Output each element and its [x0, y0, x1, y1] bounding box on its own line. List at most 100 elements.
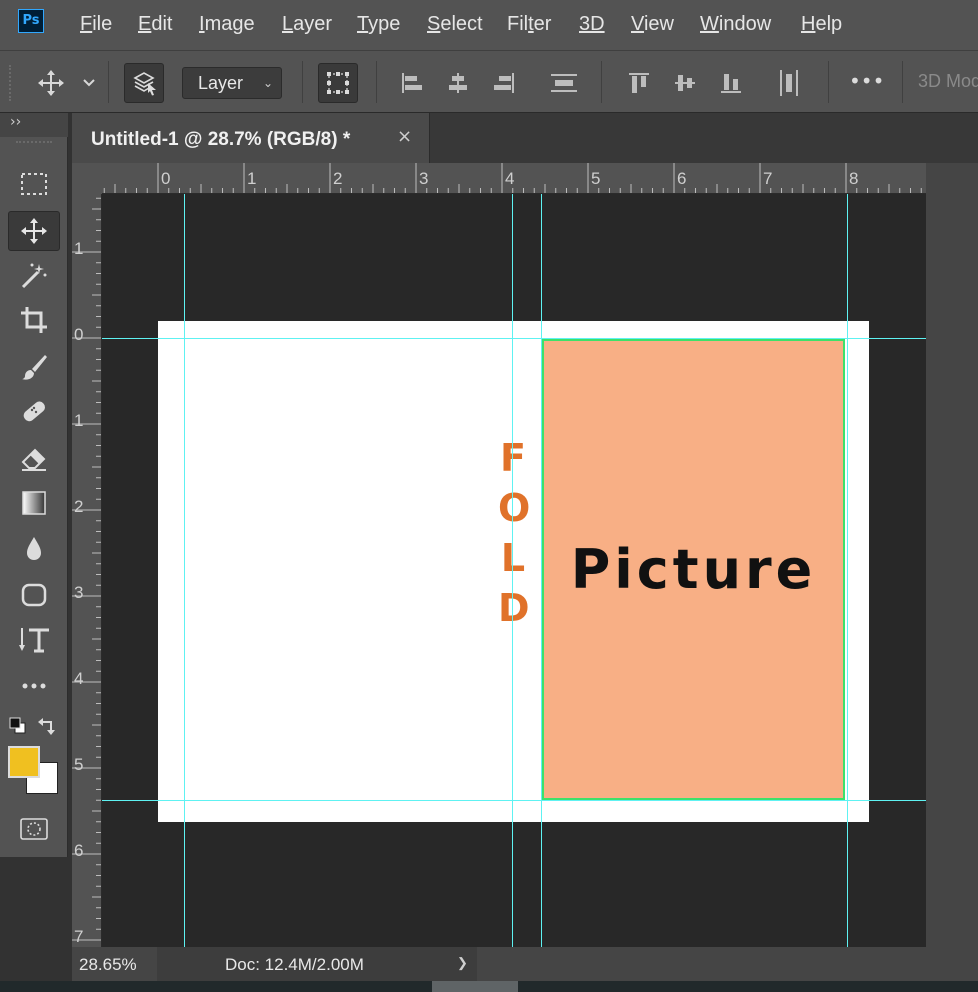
fold-letter: L [500, 536, 526, 580]
ruler-v-label: 7 [74, 927, 84, 946]
rectangular-marquee-tool[interactable] [8, 164, 60, 204]
align-right-edges-icon[interactable] [492, 71, 516, 95]
default-colors-icon[interactable] [9, 717, 27, 735]
picture-placeholder[interactable]: Picture [542, 339, 845, 800]
vertical-guide[interactable] [184, 194, 185, 947]
menu-edit-mnemonic: E [138, 13, 152, 35]
horizontal-guide[interactable] [102, 338, 926, 339]
fold-letter: F [500, 436, 526, 480]
menu-edit[interactable]: Edit [138, 13, 172, 36]
align-top-edges-icon[interactable] [627, 71, 651, 95]
auto-select-target-value: Layer [198, 73, 244, 93]
options-separator [828, 61, 829, 103]
vertical-guide[interactable] [541, 194, 542, 947]
distribute-vertical-icon[interactable] [550, 71, 578, 95]
document-canvas[interactable]: Picture F O L D [102, 194, 926, 947]
horizontal-ruler[interactable]: 0 1 2 3 4 5 6 7 8 [102, 163, 926, 194]
vertical-guide[interactable] [847, 194, 848, 947]
menu-type-rest: ype [368, 13, 401, 35]
ruler-v-label: 1 [74, 239, 84, 258]
eraser-icon [21, 448, 46, 471]
drop-icon [27, 537, 41, 560]
ruler-v-label: 6 [74, 841, 84, 860]
brush-icon [22, 355, 47, 380]
move-tool[interactable] [8, 211, 60, 251]
menu-select[interactable]: Select [427, 13, 483, 36]
options-bar: Layer ⌄ ••• 3D Mode: [0, 50, 978, 113]
more-options-button[interactable]: ••• [849, 69, 884, 93]
rounded-rectangle-icon [21, 583, 47, 607]
blur-tool[interactable] [8, 529, 60, 569]
swap-colors-icon[interactable] [37, 716, 57, 736]
menu-type[interactable]: Type [357, 13, 400, 36]
align-horizontal-centers-icon[interactable] [446, 71, 470, 95]
align-left-edges-icon[interactable] [400, 71, 424, 95]
align-vertical-centers-icon[interactable] [673, 71, 697, 95]
menu-layer-mnemonic: L [282, 13, 294, 35]
shape-tool[interactable] [8, 575, 60, 615]
menu-layer-rest: ayer [293, 13, 333, 35]
chevron-down-icon[interactable] [83, 79, 95, 87]
menu-layer[interactable]: Layer [282, 13, 332, 36]
ruler-h-label: 1 [247, 169, 257, 188]
chevron-right-icon[interactable]: ❯ [457, 955, 468, 971]
move-icon [21, 218, 47, 244]
menu-window[interactable]: Window [700, 13, 771, 36]
show-transform-controls-button[interactable] [318, 63, 358, 103]
options-bar-grip[interactable] [9, 65, 15, 101]
auto-select-target-dropdown[interactable]: Layer ⌄ [182, 67, 282, 99]
zoom-level[interactable]: 28.65% [79, 955, 137, 975]
more-tools-button[interactable] [8, 666, 60, 706]
vertical-scrollbar-track[interactable] [926, 163, 978, 947]
close-icon[interactable]: × [397, 126, 412, 147]
fold-letter: O [498, 486, 531, 530]
type-tool[interactable] [8, 620, 60, 660]
menu-view[interactable]: View [631, 13, 674, 36]
document-tab[interactable]: Untitled-1 @ 28.7% (RGB/8) * × [72, 113, 430, 163]
panel-grip[interactable] [16, 141, 52, 149]
menu-select-mnemonic: S [427, 13, 441, 35]
ruler-v-label: 3 [74, 583, 84, 602]
menu-filter-rest: er [533, 13, 552, 35]
menu-file[interactable]: File [80, 13, 112, 36]
ruler-h-label: 7 [763, 169, 773, 188]
eraser-tool[interactable] [8, 438, 60, 478]
photoshop-logo-icon: Ps [18, 9, 44, 33]
distribute-horizontal-icon[interactable] [777, 69, 801, 97]
options-separator [902, 61, 903, 103]
menu-filter-label: Fil [507, 13, 529, 35]
healing-brush-tool[interactable] [8, 391, 60, 431]
align-bottom-edges-icon[interactable] [719, 71, 743, 95]
3d-mode-label: 3D Mode: [918, 71, 978, 91]
gradient-icon [22, 491, 46, 515]
scrollbar-thumb[interactable] [432, 981, 518, 992]
quick-mask-icon[interactable] [19, 817, 49, 841]
menu-help[interactable]: Help [801, 13, 842, 36]
vertical-ruler[interactable]: 1 0 1 2 3 4 5 6 7 [72, 194, 102, 947]
transform-controls-icon [327, 72, 349, 94]
horizontal-scrollbar[interactable] [0, 981, 978, 992]
menu-3d[interactable]: 3D [579, 13, 605, 36]
move-tool-preset-icon[interactable] [36, 68, 66, 98]
menu-image[interactable]: Image [199, 13, 255, 36]
ruler-v-label: 1 [74, 411, 84, 430]
ruler-h-label: 8 [849, 169, 859, 188]
menu-image-rest: mage [204, 13, 255, 35]
crop-icon [21, 307, 47, 333]
brush-tool[interactable] [8, 347, 60, 387]
horizontal-guide[interactable] [102, 800, 926, 801]
crop-tool[interactable] [8, 300, 60, 340]
menu-window-mnemonic: W [700, 13, 719, 35]
gradient-tool[interactable] [8, 483, 60, 523]
menu-filter[interactable]: Filter [507, 13, 551, 36]
collapse-panel-button[interactable]: ›› [10, 114, 21, 130]
menu-select-rest: elect [440, 13, 483, 35]
auto-select-button[interactable] [124, 63, 164, 103]
foreground-color-swatch[interactable] [8, 746, 40, 778]
ruler-origin[interactable] [72, 163, 102, 194]
document-info-panel[interactable]: Doc: 12.4M/2.00M ❯ [157, 947, 477, 981]
ruler-h-label: 0 [161, 169, 171, 188]
magic-wand-tool[interactable] [8, 256, 60, 296]
vertical-guide[interactable] [512, 194, 513, 947]
vertical-ruler-ticks [72, 197, 101, 941]
